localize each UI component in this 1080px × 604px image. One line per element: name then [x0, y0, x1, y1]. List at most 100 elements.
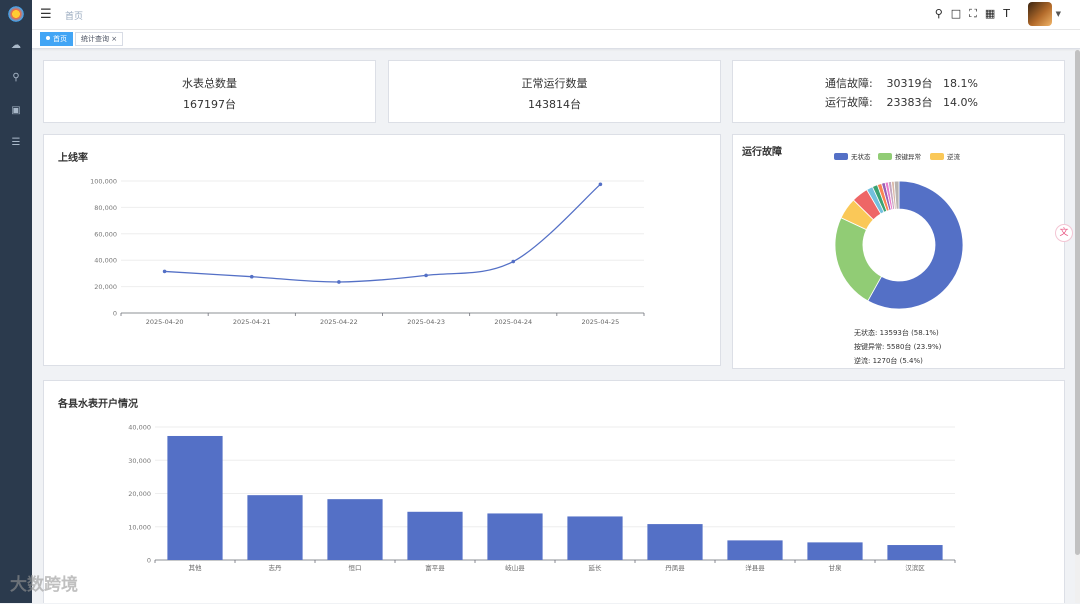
fault-label: 运行故障: — [825, 96, 873, 109]
legend-label: 按键异常 — [895, 152, 921, 161]
fullscreen-icon[interactable]: ⛶ — [969, 7, 977, 21]
pie-slice — [834, 217, 883, 302]
pie-summary-line: 无状态: 13593台 (58.1%) — [854, 329, 939, 337]
bar — [487, 513, 543, 560]
sidebar-item-device[interactable]: ▣ — [0, 99, 32, 121]
translate-icon[interactable]: ▦ — [985, 7, 995, 21]
page-scrollbar[interactable] — [1075, 50, 1080, 603]
sidebar: ☁ ⚲ ▣ ☰ — [0, 0, 32, 603]
app-logo — [7, 5, 25, 23]
y-tick-label: 10,000 — [128, 523, 151, 531]
y-tick-label: 40,000 — [94, 257, 117, 265]
pie-summary-line: 按键异常: 5580台 (23.9%) — [854, 343, 942, 351]
data-point — [511, 259, 516, 264]
data-point — [162, 269, 167, 274]
avatar[interactable] — [1028, 2, 1052, 26]
data-point — [424, 273, 428, 278]
font-size-icon[interactable]: T — [1003, 7, 1010, 21]
fault-count: 23383台 — [886, 96, 933, 109]
data-point — [337, 280, 341, 284]
tab-home[interactable]: 首页 — [40, 32, 73, 46]
x-tick-label: 延长 — [589, 563, 603, 572]
x-tick-label: 2025-04-24 — [494, 318, 532, 326]
x-tick-label: 岐山县 — [505, 563, 525, 572]
search-icon[interactable]: ⚲ — [935, 7, 943, 21]
online-rate-line — [164, 183, 601, 283]
tab-label: 统计查询 × — [81, 35, 118, 43]
comm-fault-row: 通信故障: 30319台 18.1% — [825, 75, 978, 91]
bar — [727, 540, 783, 560]
y-tick-label: 20,000 — [94, 283, 117, 291]
bar — [167, 435, 223, 560]
bar — [247, 495, 303, 560]
bar — [647, 524, 703, 560]
tags-view: 首页 统计查询 × — [32, 30, 1080, 49]
run-fault-card: 运行故障 无状态 按键异常 逆流 无状态: 13593台 (58.1%) 按键异常:… — [732, 134, 1065, 369]
x-tick-label: 丹凤县 — [665, 564, 685, 572]
x-tick-label: 2025-04-25 — [582, 318, 620, 326]
x-tick-label: 志丹 — [269, 563, 283, 572]
legend-label: 无状态 — [851, 152, 871, 161]
normal-meters-value: 143814台 — [528, 98, 581, 111]
fault-pct: 18.1% — [943, 77, 978, 90]
translate-float-icon[interactable]: 文 — [1055, 224, 1073, 242]
fault-summary-card: 通信故障: 30319台 18.1% 运行故障: 23383台 14.0% — [732, 60, 1065, 123]
bar — [807, 542, 863, 560]
legend-swatch — [834, 153, 848, 160]
list-icon: ☰ — [11, 136, 21, 148]
y-tick-label: 40,000 — [128, 424, 151, 432]
legend-label: 逆流 — [947, 152, 961, 161]
x-tick-label: 汉滨区 — [905, 563, 925, 572]
run-fault-row: 运行故障: 23383台 14.0% — [825, 94, 978, 110]
menu-toggle-icon[interactable]: ☰ — [40, 7, 52, 22]
x-tick-label: 甘泉 — [829, 563, 843, 572]
tab-statistics[interactable]: 统计查询 × — [75, 32, 124, 46]
cube-icon: ▣ — [11, 104, 21, 116]
tab-label: 首页 — [53, 35, 67, 43]
watermark: 大数跨境 — [10, 575, 78, 595]
run-fault-chart: 无状态 按键异常 逆流 — [834, 152, 964, 310]
x-tick-label: 2025-04-22 — [320, 318, 358, 326]
x-tick-label: 洋县县 — [745, 563, 765, 572]
active-dot-icon — [46, 36, 50, 40]
sidebar-item-search[interactable]: ⚲ — [0, 66, 32, 88]
chevron-down-icon[interactable]: ▼ — [1056, 10, 1061, 18]
fault-pct: 14.0% — [943, 96, 978, 109]
legend-swatch — [878, 153, 892, 160]
bar — [407, 511, 463, 560]
sidebar-item-dashboard[interactable]: ☁ — [0, 34, 32, 56]
legend-swatch — [930, 153, 944, 160]
y-tick-label: 0 — [147, 557, 151, 565]
y-tick-label: 60,000 — [94, 230, 117, 238]
data-point — [598, 182, 603, 187]
dashboard-icon: ☁ — [11, 39, 21, 51]
bar — [567, 516, 623, 560]
x-tick-label: 2025-04-20 — [146, 318, 184, 326]
total-meters-title: 水表总数量 — [182, 77, 237, 90]
y-tick-label: 20,000 — [128, 490, 151, 498]
total-meters-value: 167197台 — [183, 98, 236, 111]
online-rate-chart: 0 20,000 40,000 60,000 80,000 100,000 2025-04-… — [90, 178, 645, 326]
online-rate-card: 上线率 0 20,000 40,000 60,000 80,000 100,000 2025… — [43, 134, 721, 366]
normal-meters-title: 正常运行数量 — [521, 77, 588, 90]
bar — [327, 499, 383, 560]
bar — [887, 545, 943, 560]
total-meters-card: 水表总数量 167197台 — [43, 60, 376, 123]
data-point — [249, 274, 254, 279]
breadcrumb[interactable]: 首页 — [65, 9, 83, 22]
county-accounts-chart: 0 10,000 20,000 30,000 40,000 其他 志丹 恒口 富平县 岐山县 延长 丹… — [128, 424, 956, 572]
x-tick-label: 2025-04-21 — [233, 318, 271, 326]
toolbar: ⚲ □ ⛶ ▦ T — [935, 7, 1010, 21]
fault-label: 通信故障: — [825, 77, 873, 90]
sidebar-item-list[interactable]: ☰ — [0, 131, 32, 153]
chat-icon[interactable]: □ — [951, 7, 961, 21]
county-accounts-card: 各县水表开户情况 0 10,000 20,000 30,000 40,000 其他 志丹 恒口… — [43, 380, 1065, 603]
x-tick-label: 其他 — [189, 563, 203, 572]
scrollbar-thumb[interactable] — [1075, 50, 1080, 555]
search-icon: ⚲ — [12, 71, 20, 83]
y-tick-label: 0 — [113, 310, 117, 318]
normal-meters-card: 正常运行数量 143814台 — [388, 60, 721, 123]
x-tick-label: 富平县 — [425, 563, 445, 572]
top-navbar: ☰ 首页 ⚲ □ ⛶ ▦ T ▼ — [32, 0, 1080, 30]
x-tick-label: 2025-04-23 — [407, 318, 445, 326]
